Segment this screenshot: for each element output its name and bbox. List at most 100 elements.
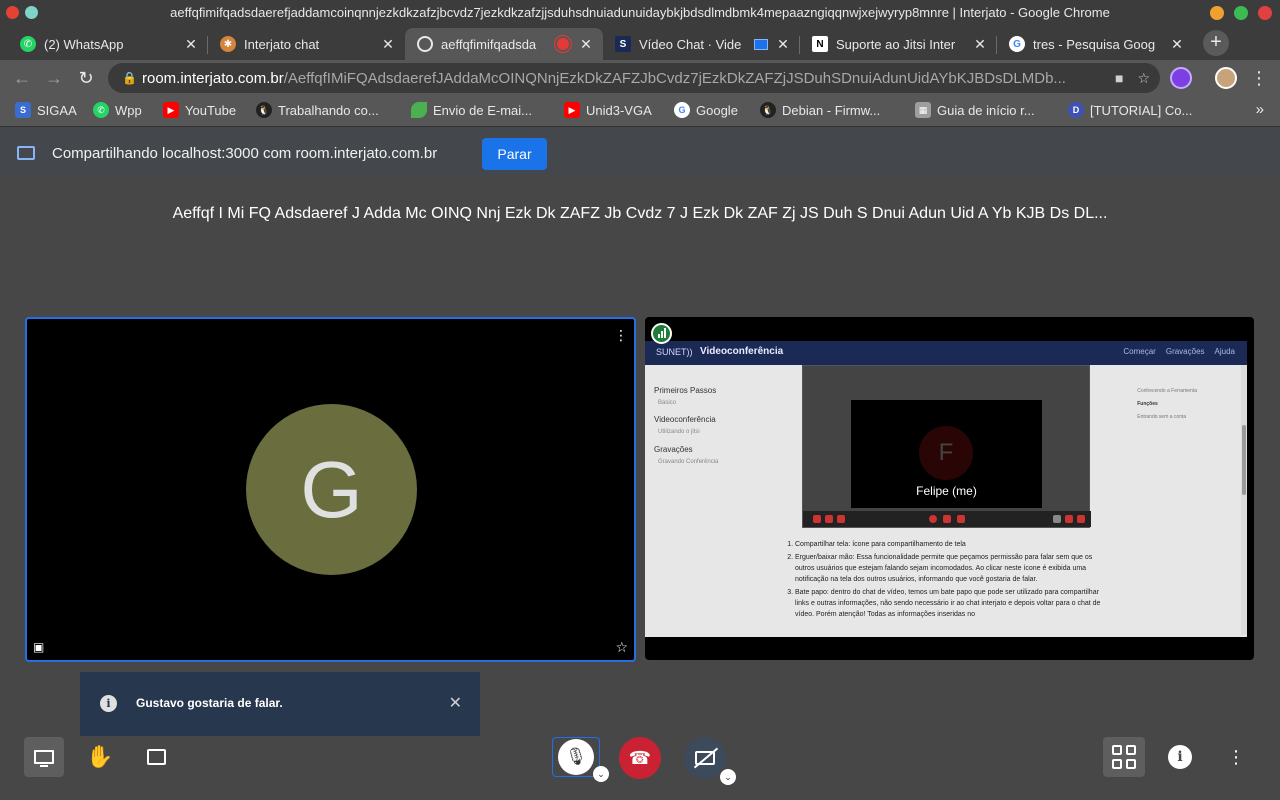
linux-icon: 🐧 <box>760 102 776 118</box>
close-icon[interactable]: ✕ <box>774 36 792 53</box>
chat-button[interactable] <box>142 737 170 777</box>
maximize-button[interactable] <box>1234 6 1248 20</box>
local-video-tile[interactable]: G ⋮ ▣ ☆ <box>25 317 636 662</box>
sunet-icon: S <box>615 36 631 52</box>
bookmark-unid3-vga[interactable]: ▶ Unid3-VGA <box>564 102 652 118</box>
hangup-button[interactable]: ☎ <box>619 737 661 779</box>
bookmark-trabalhando[interactable]: 🐧 Trabalhando co... <box>256 102 379 118</box>
close-icon[interactable]: ✕ <box>577 36 595 53</box>
shared-instructions-list: Compartilhar tela: ícone para compartilh… <box>795 539 1105 622</box>
hand-icon: ✋ <box>86 744 114 769</box>
address-bar[interactable]: 🔒 room.interjato.com.br /AeffqfIMiFQAdsd… <box>108 63 1160 93</box>
avatar: F <box>919 426 973 480</box>
close-window-button[interactable] <box>1258 6 1272 20</box>
share-screen-button[interactable] <box>24 737 64 777</box>
shared-site-title: Videoconferência <box>700 346 784 357</box>
shared-scrollbar <box>1241 365 1247 635</box>
tab-label: (2) WhatsApp <box>44 36 124 52</box>
bookmark-debian[interactable]: 🐧 Debian - Firmw... <box>760 102 880 118</box>
nested-video-tile: F Felipe (me) <box>851 400 1042 508</box>
camera-off-icon <box>695 751 715 765</box>
back-arrow-icon[interactable]: ← <box>11 67 33 89</box>
tab-label: Vídeo Chat · Vide <box>639 36 742 52</box>
close-icon[interactable]: ✕ <box>971 36 989 53</box>
tab-label: aeffqfimifqadsda <box>441 36 537 52</box>
bookmark-wpp[interactable]: ✆ Wpp <box>93 102 142 118</box>
shared-sidebar-heading: Videoconferência <box>654 415 716 425</box>
participant-name: Felipe (me) <box>916 484 977 498</box>
bookmark-label: Unid3-VGA <box>586 102 652 118</box>
screen-share-indicator-icon <box>754 38 768 50</box>
extension-icon[interactable] <box>1170 67 1192 89</box>
shared-screen-content: SUNET)) Videoconferência Começar Gravaçõ… <box>645 341 1247 637</box>
screen-share-icon <box>17 146 35 160</box>
leaf-icon <box>411 102 427 118</box>
notion-icon: N <box>812 36 828 52</box>
window-title-bar: aeffqfimifqadsdaerefjaddamcoinqnnjezkdkz… <box>0 0 1280 26</box>
close-icon[interactable]: ✕ <box>1168 36 1186 53</box>
profile-avatar[interactable] <box>1215 67 1237 89</box>
shared-site-header: SUNET)) Videoconferência Começar Gravaçõ… <box>645 341 1247 365</box>
bookmarks-bar: S SIGAA ✆ Wpp ▶ YouTube 🐧 Trabalhando co… <box>0 96 1280 126</box>
shared-sidebar-sub: Utilizando o jitsi <box>658 429 700 436</box>
connection-signal-icon[interactable] <box>651 323 672 344</box>
chrome-menu-icon[interactable]: ⋮ <box>1248 67 1270 89</box>
tab-label: Interjato chat <box>244 36 320 52</box>
tab-google-search[interactable]: G tres - Pesquisa Goog ✕ <box>997 28 1194 60</box>
info-button[interactable]: i <box>1168 745 1192 769</box>
more-options-icon[interactable]: ⋮ <box>1224 737 1248 777</box>
tab-interjato-chat[interactable]: ✱ Interjato chat ✕ <box>208 28 405 60</box>
bookmark-tutorial[interactable]: D [TUTORIAL] Co... <box>1068 102 1192 118</box>
meeting-area: Aeffqf I Mi FQ Adsdaeref J Adda Mc OINQ … <box>0 179 1280 800</box>
shared-toc-link: Funções <box>1137 401 1158 407</box>
list-item: Bate papo: dentro do chat de vídeo, temo… <box>795 587 1105 620</box>
new-tab-button[interactable]: + <box>1203 30 1229 56</box>
bookmark-guia[interactable]: ▦ Guia de início r... <box>915 102 1035 118</box>
chevron-down-icon[interactable]: ⌄ <box>720 769 736 785</box>
tile-view-button[interactable] <box>1103 737 1145 777</box>
bookmark-label: SIGAA <box>37 102 77 118</box>
stop-sharing-button[interactable]: Parar <box>482 138 547 170</box>
google-icon: G <box>1009 36 1025 52</box>
chat-bubble-icon <box>146 749 166 765</box>
bookmark-label: Trabalhando co... <box>278 102 379 118</box>
linux-icon: 🐧 <box>256 102 272 118</box>
bookmark-label: Envio de E-mai... <box>433 102 532 118</box>
tab-video-chat[interactable]: S Vídeo Chat · Vide ✕ <box>603 28 800 60</box>
whatsapp-icon: ✆ <box>93 102 109 118</box>
shared-sidebar: Primeiros Passos Básico Videoconferência… <box>654 386 718 475</box>
nested-toolbar <box>803 511 1091 527</box>
bookmark-label: Debian - Firmw... <box>782 102 881 118</box>
pin-star-icon[interactable]: ☆ <box>615 639 628 656</box>
minimize-button[interactable] <box>1210 6 1224 20</box>
info-icon: i <box>100 695 117 712</box>
tab-active-meeting[interactable]: aeffqfimifqadsda ✕ <box>405 28 603 60</box>
room-name: Aeffqf I Mi FQ Adsdaeref J Adda Mc OINQ … <box>172 205 1108 222</box>
bookmark-envio-email[interactable]: Envio de E-mai... <box>411 102 532 118</box>
chevron-down-icon[interactable]: ⌄ <box>593 766 609 782</box>
camera-button[interactable]: ⌄ <box>684 737 736 785</box>
close-icon[interactable]: ✕ <box>182 36 200 53</box>
tab-whatsapp[interactable]: ✆ (2) WhatsApp ✕ <box>8 28 208 60</box>
tutorial-icon: D <box>1068 102 1084 118</box>
bookmark-google[interactable]: G Google <box>674 102 738 118</box>
bookmark-star-icon[interactable]: ☆ <box>1137 70 1150 87</box>
tile-menu-icon[interactable]: ⋮ <box>614 327 628 344</box>
tab-suporte-jitsi[interactable]: N Suporte ao Jitsi Inter ✕ <box>800 28 997 60</box>
forward-arrow-icon[interactable]: → <box>43 67 65 89</box>
reload-icon[interactable]: ↻ <box>75 67 97 89</box>
microphone-button[interactable]: 🎙 ⌄ <box>552 737 609 782</box>
close-icon[interactable]: ✕ <box>379 36 397 53</box>
url-path: /AeffqfIMiFQAdsdaerefJAddaMcOINQNnjEzkDk… <box>283 69 1066 87</box>
bookmark-label: YouTube <box>185 102 237 118</box>
share-status-text: Compartilhando localhost:3000 com room.i… <box>52 145 438 162</box>
shared-sidebar-sub: Básico <box>658 399 677 406</box>
screen-share-tile[interactable]: SUNET)) Videoconferência Começar Gravaçõ… <box>645 317 1254 660</box>
more-bookmarks-icon[interactable]: » <box>1256 101 1264 118</box>
bookmark-sigaa[interactable]: S SIGAA <box>15 102 77 118</box>
building-icon: ▦ <box>915 102 931 118</box>
camera-in-use-icon[interactable]: ■ <box>1115 70 1123 87</box>
close-notification-button[interactable]: ✕ <box>449 693 462 713</box>
raise-hand-button[interactable]: ✋ <box>86 737 114 777</box>
bookmark-youtube[interactable]: ▶ YouTube <box>163 102 236 118</box>
